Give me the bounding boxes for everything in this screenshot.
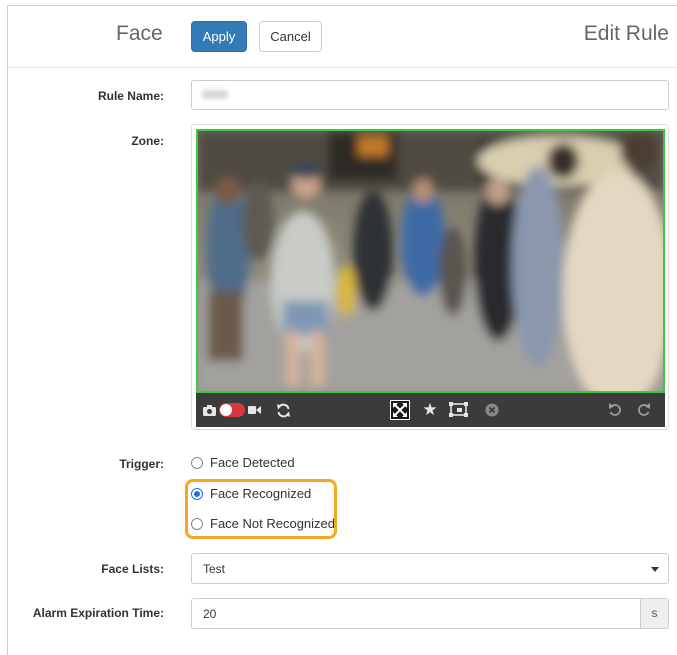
- redo-icon[interactable]: [636, 401, 652, 419]
- zone-toolbar: ★: [196, 393, 665, 427]
- alarm-expiration-value: 20: [203, 607, 217, 621]
- camera-preview[interactable]: [196, 129, 665, 393]
- apply-button[interactable]: Apply: [191, 21, 247, 52]
- radio-face-detected[interactable]: [191, 456, 203, 469]
- star-icon[interactable]: ★: [422, 401, 438, 419]
- clear-icon[interactable]: [484, 401, 500, 419]
- select-region-icon[interactable]: [448, 401, 470, 419]
- face-lists-select[interactable]: Test: [191, 553, 669, 584]
- rule-type-title: Face: [116, 22, 163, 45]
- zone-label: Zone:: [131, 134, 164, 148]
- trigger-label: Trigger:: [119, 457, 164, 471]
- trigger-option-face-detected[interactable]: Face Detected: [191, 455, 295, 470]
- rule-name-label: Rule Name:: [97, 89, 164, 103]
- face-lists-value: Test: [203, 562, 226, 576]
- video-icon[interactable]: [248, 401, 261, 419]
- cancel-button[interactable]: Cancel: [259, 21, 322, 52]
- face-lists-label: Face Lists:: [101, 562, 164, 576]
- camera-icon[interactable]: [202, 401, 216, 419]
- alarm-expiration-input[interactable]: 20 s: [191, 598, 669, 629]
- page-title: Edit Rule: [583, 22, 669, 45]
- edit-rule-panel: Face Apply Cancel Edit Rule Rule Name: Z…: [7, 5, 677, 655]
- record-toggle-icon[interactable]: [218, 401, 246, 419]
- rule-name-input[interactable]: [191, 80, 669, 110]
- undo-icon[interactable]: [607, 401, 623, 419]
- alarm-unit-addon: s: [640, 599, 668, 628]
- zone-editor: ★: [191, 124, 669, 430]
- highlight-annotation: [185, 479, 337, 539]
- trigger-option-label: Face Detected: [210, 455, 295, 470]
- fullscreen-icon[interactable]: [390, 400, 410, 420]
- rule-name-value-blurred: [202, 90, 228, 99]
- alarm-expiration-label: Alarm Expiration Time:: [32, 606, 164, 620]
- refresh-icon[interactable]: [275, 401, 291, 419]
- chevron-down-icon: [651, 567, 659, 572]
- panel-header: Face Apply Cancel Edit Rule: [8, 6, 677, 68]
